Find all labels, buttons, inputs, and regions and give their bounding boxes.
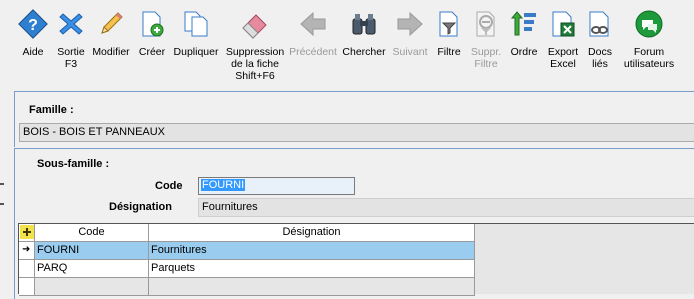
grid-corner-add-button[interactable] <box>19 224 35 242</box>
grid-header-designation[interactable]: Désignation <box>149 224 475 242</box>
creer-label: Créer <box>138 46 166 58</box>
table-row-code[interactable]: FOURNI <box>35 242 149 260</box>
suivant-label: Suivant <box>392 46 428 58</box>
famille-panel: Famille : BOIS - BOIS ET PANNEAUX <box>14 91 694 147</box>
sortie-label: Sortie F3 <box>57 46 85 70</box>
eraser-icon <box>242 14 267 39</box>
chercher-label: Chercher <box>342 46 386 58</box>
arrow-right-icon <box>397 11 423 37</box>
close-x-icon <box>59 13 83 35</box>
current-row-arrow-icon: ➜ <box>22 244 31 255</box>
suppr-filtre-label: Suppr. Filtre <box>470 46 502 70</box>
excel-export-icon <box>552 11 575 37</box>
famille-value-field: BOIS - BOIS ET PANNEAUX <box>19 123 694 142</box>
modifier-label: Modifier <box>92 46 130 58</box>
new-document-icon <box>142 11 164 37</box>
remove-filter-icon <box>476 11 495 37</box>
sous-famille-title: Sous-famille : <box>37 158 110 170</box>
grid-header-code[interactable]: Code <box>35 224 149 242</box>
table-row-designation[interactable]: Parquets <box>149 260 475 278</box>
binoculars-icon <box>352 14 376 35</box>
famille-title: Famille : <box>29 104 74 116</box>
suppression-label: Suppression de la fiche Shift+F6 <box>225 46 285 82</box>
arrow-left-icon <box>300 11 326 37</box>
empty-cell[interactable] <box>149 278 475 296</box>
row-indicator-current[interactable]: ➜ <box>19 242 35 260</box>
docs-lies-label: Docs liés <box>588 46 612 70</box>
svg-text:?: ? <box>28 17 38 34</box>
linked-docs-icon <box>589 11 609 37</box>
code-input[interactable]: FOURNI <box>198 177 355 195</box>
precedent-label: Précédent <box>289 46 337 58</box>
sous-famille-grid[interactable]: Code Désignation ➜ FOURNI Fournitures PA… <box>18 223 694 296</box>
aide-label: Aide <box>22 46 44 58</box>
code-label: Code <box>155 180 183 192</box>
help-diamond-icon: ? <box>18 9 48 39</box>
code-input-value: FOURNI <box>201 179 246 191</box>
designation-label: Désignation <box>109 201 172 213</box>
duplicate-icon <box>184 11 208 37</box>
filter-document-icon <box>439 11 458 37</box>
pencil-icon <box>101 12 123 34</box>
row-indicator[interactable] <box>19 278 35 296</box>
table-row-code[interactable]: PARQ <box>35 260 149 278</box>
sort-order-icon <box>510 11 536 36</box>
table-row-designation[interactable]: Fournitures <box>149 242 475 260</box>
filtre-label: Filtre <box>437 46 461 58</box>
row-indicator[interactable] <box>19 260 35 278</box>
left-edge-mark <box>0 183 4 185</box>
export-excel-label: Export Excel <box>547 46 579 70</box>
left-edge-mark <box>0 203 4 205</box>
toolbar: ? Aide Sortie F3 Modifier Créer Duplique… <box>0 0 694 88</box>
ordre-label: Ordre <box>510 46 538 58</box>
dupliquer-label: Dupliquer <box>173 46 219 58</box>
forum-chat-icon <box>635 10 663 38</box>
empty-cell[interactable] <box>35 278 149 296</box>
forum-label: Forum utilisateurs <box>623 46 675 70</box>
designation-field[interactable]: Fournitures <box>198 198 694 217</box>
add-row-icon <box>20 225 34 239</box>
